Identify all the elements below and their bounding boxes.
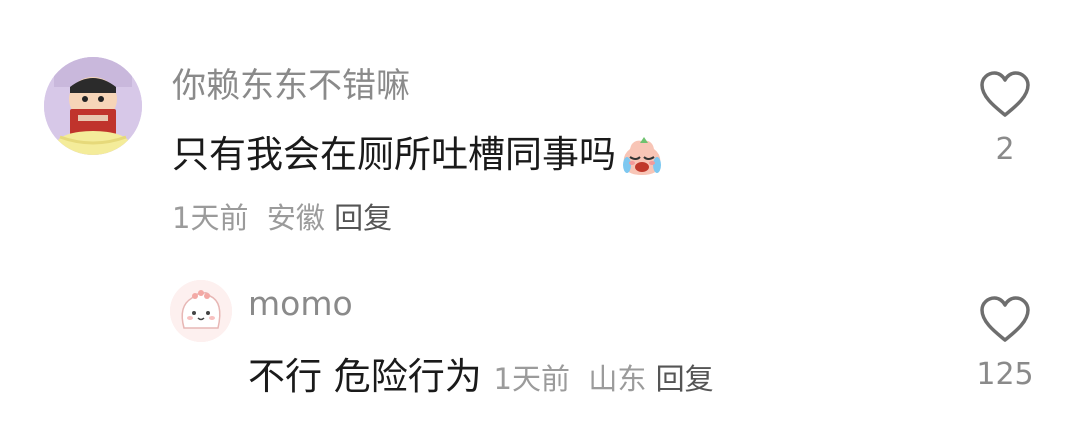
comment-text: 只有我会在厕所吐槽同事吗 xyxy=(172,124,666,179)
comment-body: 只有我会在厕所吐槽同事吗 xyxy=(172,133,616,176)
comment-meta: 1天前 安徽 回复 xyxy=(172,195,392,237)
username[interactable]: momo xyxy=(248,284,353,323)
like-button[interactable]: 125 xyxy=(970,295,1040,392)
timestamp: 1天前 xyxy=(493,362,570,396)
comment-meta: 1天前 山东 回复 xyxy=(494,362,714,396)
username[interactable]: 你赖东东不错嘛 xyxy=(172,58,410,107)
avatar[interactable] xyxy=(44,57,142,155)
reply-button[interactable]: 回复 xyxy=(334,201,392,235)
timestamp: 1天前 xyxy=(172,201,249,235)
crying-laughing-emoji-icon xyxy=(618,135,666,179)
like-count: 125 xyxy=(976,357,1034,392)
location: 山东 xyxy=(588,362,647,396)
comment-body: 不行 危险行为 xyxy=(248,355,482,398)
cartoon-avatar-icon xyxy=(44,57,142,155)
avatar[interactable] xyxy=(170,280,232,342)
comment-text: 不行 危险行为 1天前 山东 回复 xyxy=(248,346,714,400)
heart-outline-icon[interactable] xyxy=(978,70,1032,120)
pink-blob-avatar-icon xyxy=(170,280,232,342)
location: 安徽 xyxy=(266,201,325,235)
heart-outline-icon[interactable] xyxy=(978,295,1032,345)
like-count: 2 xyxy=(995,132,1015,167)
like-button[interactable]: 2 xyxy=(970,70,1040,167)
reply-button[interactable]: 回复 xyxy=(656,362,714,396)
